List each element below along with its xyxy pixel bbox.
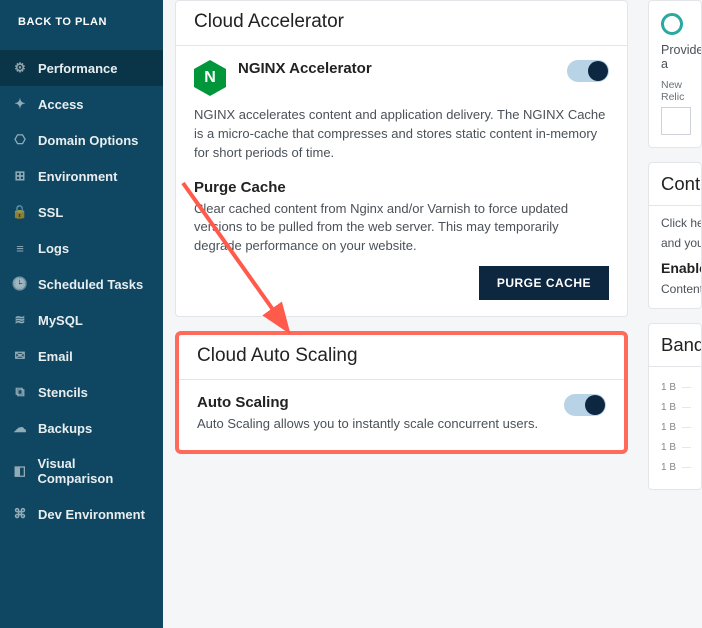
bandwidth-title: Bandw — [649, 324, 701, 367]
nginx-description: NGINX accelerates content and applicatio… — [194, 106, 609, 163]
sidebar-item-label: Email — [38, 349, 73, 364]
nav-icon: ≡ — [12, 240, 28, 256]
sidebar-item-label: Scheduled Tasks — [38, 277, 143, 292]
nav-icon: 🕒 — [12, 276, 28, 292]
nav-icon: ✦ — [12, 96, 28, 112]
nav-icon: ⚙ — [12, 60, 28, 76]
nav-icon: ✉ — [12, 348, 28, 364]
sidebar-item-label: Environment — [38, 169, 117, 184]
sidebar-item-stencils[interactable]: ⧉ Stencils — [0, 374, 163, 410]
sidebar-item-performance[interactable]: ⚙ Performance — [0, 50, 163, 86]
new-relic-label: New Relic — [661, 79, 691, 103]
sidebar-item-label: Performance — [38, 61, 117, 76]
sidebar-item-scheduled-tasks[interactable]: 🕒 Scheduled Tasks — [0, 266, 163, 302]
bandwidth-card: Bandw 1 B1 B1 B1 B1 B — [648, 323, 702, 490]
cloud-auto-scaling-title: Cloud Auto Scaling — [197, 345, 606, 367]
nav-icon: ⌘ — [12, 506, 28, 522]
sidebar-item-dev-environment[interactable]: ⌘ Dev Environment — [0, 496, 163, 532]
sidebar-item-backups[interactable]: ☁ Backups — [0, 410, 163, 446]
new-relic-icon — [661, 13, 683, 35]
auto-scaling-description: Auto Scaling allows you to instantly sca… — [197, 415, 552, 434]
sidebar-item-label: Backups — [38, 421, 92, 436]
new-relic-blurb: Provide a — [661, 43, 691, 71]
sidebar-item-visual-comparison[interactable]: ◧ Visual Comparison — [0, 446, 163, 496]
auto-scaling-toggle[interactable] — [564, 394, 606, 416]
nav-icon: ≋ — [12, 312, 28, 328]
content-enable: Enable — [661, 260, 691, 276]
nginx-icon: N — [194, 60, 226, 96]
sidebar-item-label: Logs — [38, 241, 69, 256]
sidebar-item-environment[interactable]: ⊞ Environment — [0, 158, 163, 194]
bandwidth-ticks: 1 B1 B1 B1 B1 B — [661, 377, 691, 477]
sidebar: BACK TO PLAN ⚙ Performance ✦ Access ⎔ Domain … — [0, 0, 163, 628]
nav-icon: 🔒 — [12, 204, 28, 220]
nginx-toggle[interactable] — [567, 60, 609, 82]
content-title: Conten — [649, 163, 701, 206]
sidebar-item-label: Domain Options — [38, 133, 138, 148]
sidebar-item-logs[interactable]: ≡ Logs — [0, 230, 163, 266]
sidebar-item-email[interactable]: ✉ Email — [0, 338, 163, 374]
content-small: Content D — [661, 282, 691, 296]
new-relic-input[interactable] — [661, 107, 691, 135]
content-card: Conten Click here and your Enable Conten… — [648, 162, 702, 309]
nav-icon: ⧉ — [12, 384, 28, 400]
auto-scaling-heading: Auto Scaling — [197, 394, 552, 411]
sidebar-item-mysql[interactable]: ≋ MySQL — [0, 302, 163, 338]
main-content: Cloud Accelerator N NGINX Accelerator NG… — [163, 0, 638, 628]
sidebar-item-label: Stencils — [38, 385, 88, 400]
content-body-1: Click here — [661, 216, 691, 230]
cloud-accelerator-card: Cloud Accelerator N NGINX Accelerator NG… — [175, 0, 628, 317]
nginx-accelerator-heading: NGINX Accelerator — [238, 60, 555, 77]
new-relic-card: Provide a New Relic — [648, 0, 702, 148]
purge-cache-description: Clear cached content from Nginx and/or V… — [194, 200, 609, 257]
content-body-2: and your — [661, 236, 691, 250]
nav-icon: ⊞ — [12, 168, 28, 184]
sidebar-item-label: MySQL — [38, 313, 83, 328]
sidebar-item-access[interactable]: ✦ Access — [0, 86, 163, 122]
purge-cache-heading: Purge Cache — [194, 179, 609, 196]
purge-cache-button[interactable]: PURGE CACHE — [479, 266, 609, 300]
right-column: Provide a New Relic Conten Click here an… — [638, 0, 702, 628]
highlight-box: Cloud Auto Scaling Auto Scaling Auto Sca… — [175, 331, 628, 454]
sidebar-item-domain-options[interactable]: ⎔ Domain Options — [0, 122, 163, 158]
nav-icon: ⎔ — [12, 132, 28, 148]
nav-icon: ☁ — [12, 420, 28, 436]
sidebar-item-label: Dev Environment — [38, 507, 145, 522]
sidebar-item-label: Access — [38, 97, 84, 112]
back-to-plan-link[interactable]: BACK TO PLAN — [0, 6, 163, 50]
cloud-accelerator-title: Cloud Accelerator — [194, 11, 609, 33]
sidebar-item-label: Visual Comparison — [37, 456, 151, 486]
cloud-auto-scaling-card: Cloud Auto Scaling Auto Scaling Auto Sca… — [179, 335, 624, 450]
nav-icon: ◧ — [12, 463, 27, 479]
sidebar-item-label: SSL — [38, 205, 63, 220]
sidebar-item-ssl[interactable]: 🔒 SSL — [0, 194, 163, 230]
